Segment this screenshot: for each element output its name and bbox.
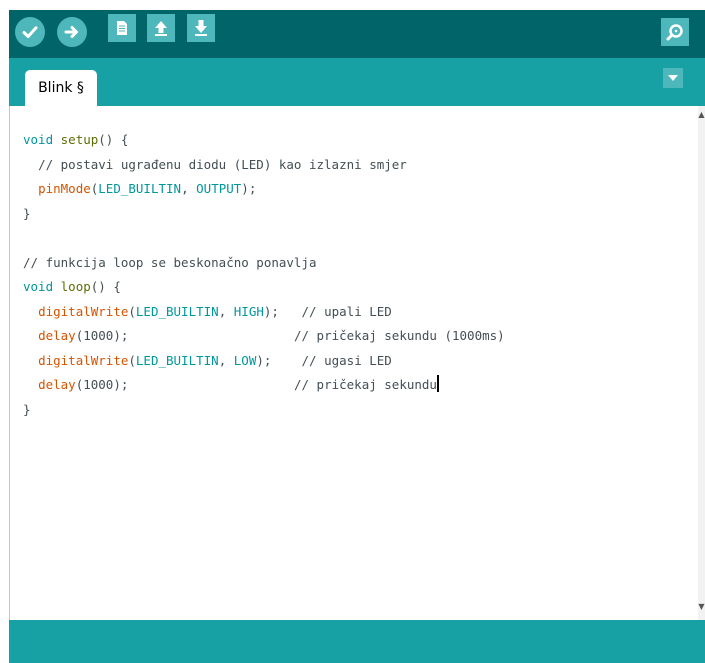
code-token: digitalWrite	[38, 352, 129, 368]
code-line: void setup() {	[23, 128, 505, 153]
code-token: delay	[38, 328, 76, 343]
code-line: }	[23, 398, 505, 423]
open-button[interactable]	[147, 14, 175, 42]
code-token: HIGH	[233, 303, 264, 319]
code-line: delay(1000); // pričekaj sekundu (1000ms…	[23, 324, 505, 349]
checkmark-icon	[22, 26, 38, 38]
code-token: setup	[60, 132, 99, 147]
code-token: (1000);	[75, 328, 129, 343]
code-line: // funkcija loop se beskonačno ponavlja	[23, 251, 505, 276]
save-button[interactable]	[187, 14, 215, 42]
upload-button[interactable]	[57, 17, 87, 47]
code-line: delay(1000); // pričekaj sekundu	[23, 373, 505, 398]
arduino-ide-window: Blink § void setup() { // postavi ugrađe…	[0, 0, 705, 663]
arrow-up-icon	[155, 21, 167, 36]
code-token: ,	[218, 352, 234, 368]
code-line: }	[23, 202, 505, 227]
code-line: void loop() {	[23, 275, 505, 300]
code-line: pinMode(LED_BUILTIN, OUTPUT);	[23, 177, 505, 202]
tab-bar	[9, 58, 705, 106]
arrow-right-icon	[64, 26, 78, 38]
code-token: }	[23, 205, 31, 221]
code-token: delay	[38, 377, 76, 392]
code-token: );	[263, 303, 279, 319]
text-cursor	[436, 375, 439, 392]
code-padding	[128, 377, 294, 392]
code-token: );	[256, 352, 272, 368]
scroll-down-arrow[interactable]: ▼	[698, 602, 705, 612]
code-token: OUTPUT	[196, 181, 242, 196]
editor-scrollbar[interactable]: ▲ ▼	[698, 106, 705, 620]
code-token: pinMode	[38, 181, 91, 196]
scroll-up-arrow[interactable]: ▲	[698, 110, 705, 120]
code-token: loop	[60, 279, 91, 294]
code-padding	[279, 304, 302, 319]
code-comment: // upali LED	[301, 303, 392, 319]
code-token: (1000);	[75, 377, 129, 392]
serial-monitor-button[interactable]	[661, 18, 689, 46]
code-token: (	[128, 303, 136, 319]
code-token: void	[23, 132, 54, 147]
arrow-down-icon	[195, 20, 207, 36]
code-token: LED_BUILTIN	[135, 303, 219, 319]
code-token: );	[241, 181, 257, 196]
code-comment: // postavi ugrađenu diodu (LED) kao izla…	[38, 156, 407, 172]
code-line: // postavi ugrađenu diodu (LED) kao izla…	[23, 153, 505, 178]
code-padding	[271, 353, 301, 368]
code-token: (	[128, 352, 136, 368]
verify-button[interactable]	[15, 17, 45, 47]
code-token: LOW	[233, 352, 257, 368]
code-comment: // pričekaj sekundu	[293, 377, 437, 392]
code-comment: // ugasi LED	[301, 352, 392, 368]
console-bar	[9, 620, 705, 663]
code-token: () {	[90, 279, 121, 294]
code-padding	[128, 328, 294, 343]
code-token: LED_BUILTIN	[98, 181, 182, 196]
magnifier-icon	[666, 24, 683, 41]
code-token: LED_BUILTIN	[135, 352, 219, 368]
code-token: void	[23, 279, 54, 294]
code-token: digitalWrite	[38, 303, 129, 319]
tab-blink[interactable]: Blink §	[25, 70, 97, 106]
tab-label: Blink §	[38, 80, 84, 96]
code-text[interactable]: void setup() { // postavi ugrađenu diodu…	[23, 128, 505, 422]
code-token: }	[23, 401, 31, 417]
code-token: ,	[218, 303, 234, 319]
new-button[interactable]	[108, 14, 136, 42]
code-line: digitalWrite(LED_BUILTIN, HIGH); // upal…	[23, 300, 505, 325]
document-icon	[117, 21, 127, 35]
code-comment: // funkcija loop se beskonačno ponavlja	[23, 254, 317, 270]
triangle-down-icon	[668, 75, 678, 81]
code-token: ,	[181, 181, 197, 196]
code-line: digitalWrite(LED_BUILTIN, LOW); // ugasi…	[23, 349, 505, 374]
code-comment: // pričekaj sekundu (1000ms)	[293, 328, 505, 343]
tab-menu-button[interactable]	[663, 68, 683, 88]
code-token: () {	[98, 132, 129, 147]
